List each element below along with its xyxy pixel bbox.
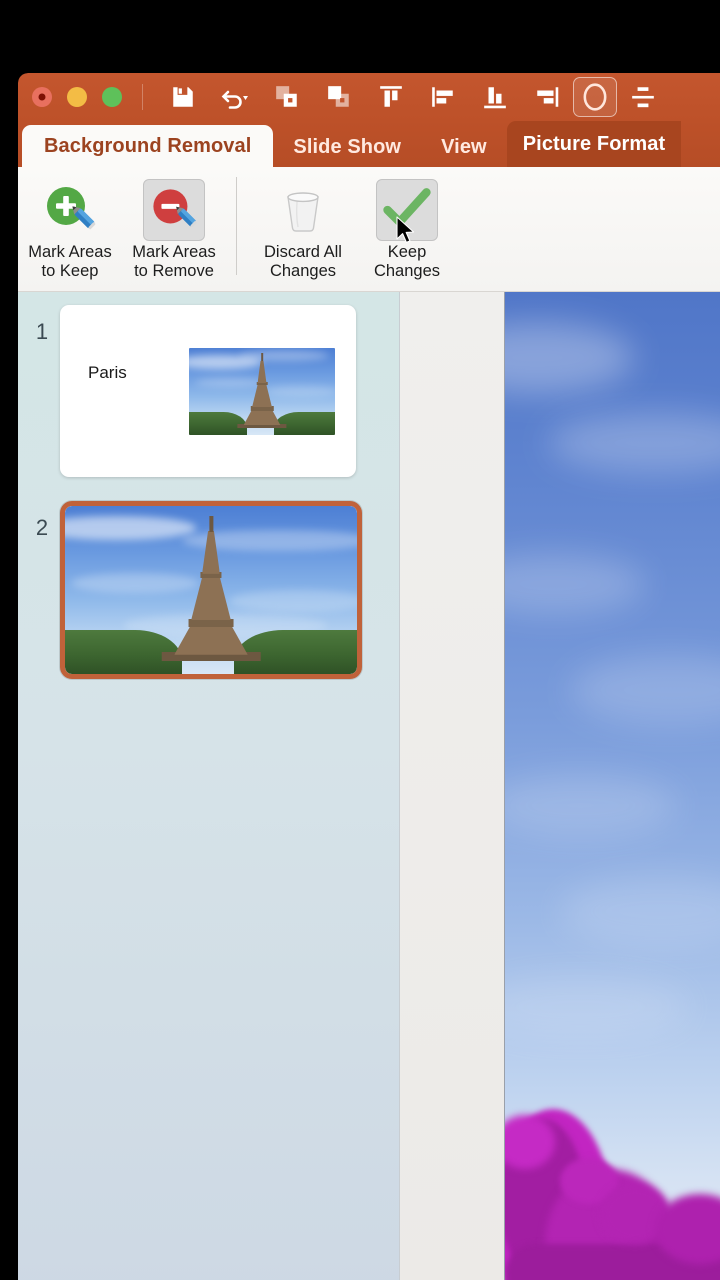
ribbon-group-refine: Mark Areas to Keep Mark Areas to Remove [18, 175, 226, 281]
discard-all-changes-label: Discard All Changes [264, 243, 342, 280]
slide-image [189, 348, 335, 435]
shape-oval-icon[interactable] [573, 77, 617, 117]
tab-background-removal[interactable]: Background Removal [22, 125, 274, 167]
mark-areas-to-keep-label: Mark Areas to Keep [28, 243, 112, 280]
discard-all-changes-button[interactable]: Discard All Changes [251, 175, 355, 281]
slide-canvas-area[interactable] [400, 292, 720, 1280]
slide-image [65, 506, 357, 674]
slide-thumbnail-1[interactable]: Paris [60, 305, 356, 477]
background-removal-highlight [505, 1074, 720, 1280]
send-backward-icon[interactable] [313, 77, 365, 117]
tab-slide-show[interactable]: Slide Show [273, 127, 421, 167]
zoom-button[interactable] [102, 87, 122, 107]
distribute-vertically-icon[interactable] [617, 77, 669, 117]
undo-icon[interactable] [209, 77, 261, 117]
slide-number: 1 [35, 319, 49, 344]
powerpoint-window: Background Removal Slide Show View Pictu… [18, 73, 720, 1280]
slide-canvas[interactable] [504, 292, 720, 1280]
ribbon-tab-strip: Background Removal Slide Show View Pictu… [18, 121, 720, 167]
tab-picture-format[interactable]: Picture Format [506, 121, 682, 167]
mark-areas-to-keep-button[interactable]: Mark Areas to Keep [18, 175, 122, 281]
ribbon-group-divider [236, 177, 237, 275]
slide-number: 2 [35, 515, 49, 540]
window-controls [18, 87, 122, 107]
align-right-icon[interactable] [521, 77, 573, 117]
thumbnail-row: 2 [18, 501, 399, 679]
slide-thumbnail-2[interactable] [60, 501, 362, 679]
keep-changes-button[interactable]: Keep Changes [355, 175, 459, 281]
quick-access-toolbar [157, 77, 669, 117]
mark-areas-to-remove-button[interactable]: Mark Areas to Remove [122, 175, 226, 281]
minimize-button[interactable] [67, 87, 87, 107]
bring-forward-icon[interactable] [261, 77, 313, 117]
ribbon: Mark Areas to Keep Mark Areas to Remove … [18, 167, 720, 292]
title-bar [18, 73, 720, 121]
minus-pencil-icon [143, 179, 205, 241]
slide-title-text: Paris [88, 363, 127, 382]
align-left-icon[interactable] [417, 77, 469, 117]
plus-pencil-icon [39, 179, 101, 241]
trash-bucket-icon [272, 179, 334, 241]
align-top-icon[interactable] [365, 77, 417, 117]
screen: Background Removal Slide Show View Pictu… [0, 0, 720, 1280]
close-button[interactable] [32, 87, 52, 107]
ribbon-group-close: Discard All Changes Keep Changes [251, 175, 459, 281]
thumbnail-row: 1 Paris [18, 305, 399, 477]
mark-areas-to-remove-label: Mark Areas to Remove [132, 243, 216, 280]
align-bottom-icon[interactable] [469, 77, 521, 117]
save-icon[interactable] [157, 77, 209, 117]
slide-thumbnail-panel[interactable]: 1 Paris 2 [18, 292, 400, 1280]
workspace: 1 Paris 2 [18, 292, 720, 1280]
green-check-icon [376, 179, 438, 241]
tab-view[interactable]: View [421, 127, 507, 167]
keep-changes-label: Keep Changes [373, 243, 441, 280]
toolbar-divider [142, 84, 143, 110]
